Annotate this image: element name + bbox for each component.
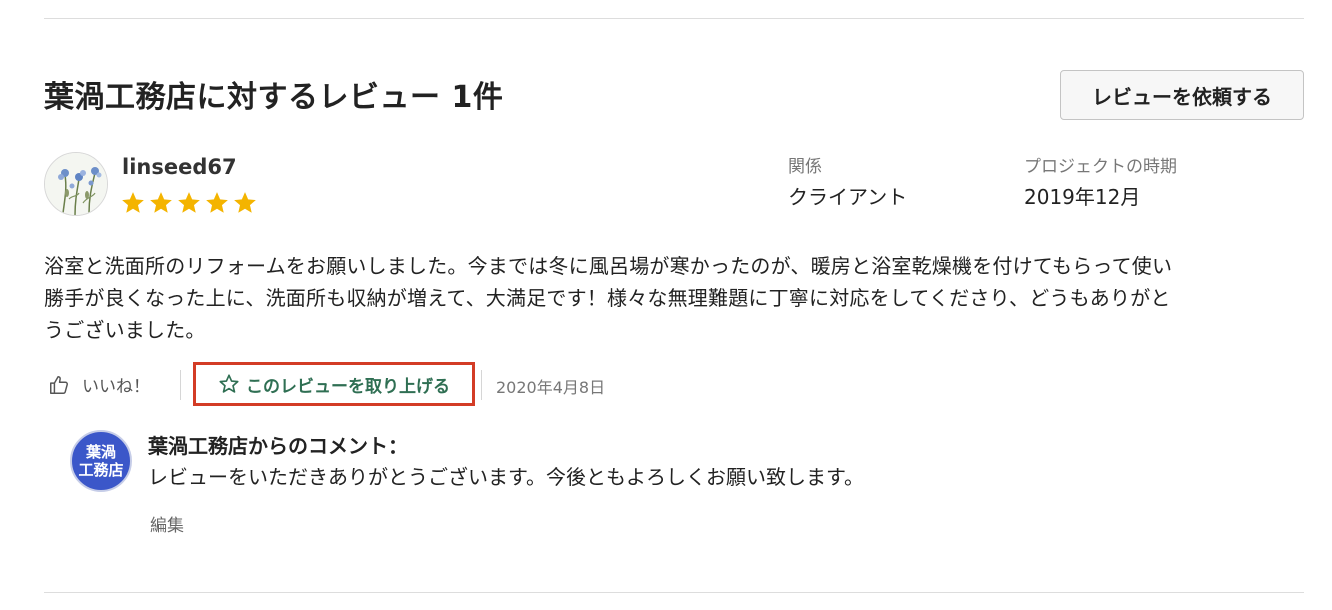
flower-avatar-image xyxy=(45,153,107,215)
relation-value: クライアント xyxy=(788,185,908,209)
star-icon xyxy=(178,192,200,213)
star-icon xyxy=(122,192,144,213)
review-actions: いいね！ このレビューを取り上げる 2020年4月8日 xyxy=(44,362,744,406)
rating-stars xyxy=(120,190,258,216)
star-icon xyxy=(206,192,228,213)
star-outline-icon xyxy=(219,374,239,393)
star-icon xyxy=(150,192,172,213)
review-text-line: うございました。 xyxy=(44,318,206,342)
project-period-value: 2019年12月 xyxy=(1024,185,1141,209)
review-text-line: 浴室と洗面所のリフォームをお願いしました。今までは冬に風呂場が寒かったのが、暖房… xyxy=(44,254,1173,278)
top-divider xyxy=(44,18,1304,19)
review-text: 浴室と洗面所のリフォームをお願いしました。今までは冬に風呂場が寒かったのが、暖房… xyxy=(44,250,1306,346)
reply-text: レビューをいただきありがとうございます。今後ともよろしくお願い致します。 xyxy=(148,465,864,489)
request-review-button[interactable]: レビューを依頼する xyxy=(1060,70,1304,120)
relation-label: 関係 xyxy=(788,157,822,177)
action-divider xyxy=(481,370,482,400)
like-label: いいね！ xyxy=(82,377,150,397)
reply-heading: 葉渦工務店からのコメント： xyxy=(148,434,408,458)
review-page: 葉渦工務店に対するレビュー 1件 レビューを依頼する linseed67 関係 … xyxy=(0,0,1332,610)
action-divider xyxy=(180,370,181,400)
star-icon xyxy=(234,192,256,213)
company-avatar-text: 葉渦 xyxy=(85,443,116,461)
feature-review-label: このレビューを取り上げる xyxy=(246,376,450,397)
feature-review-button[interactable]: このレビューを取り上げる xyxy=(193,362,475,406)
company-avatar-text: 工務店 xyxy=(78,461,124,479)
bottom-divider xyxy=(44,592,1304,593)
edit-reply-link[interactable]: 編集 xyxy=(150,511,184,536)
project-period-label: プロジェクトの時期 xyxy=(1024,157,1177,177)
company-avatar: 葉渦 工務店 xyxy=(70,430,132,492)
review-date: 2020年4月8日 xyxy=(496,378,606,397)
thumbs-up-icon xyxy=(50,375,68,394)
like-button[interactable]: いいね！ xyxy=(48,372,150,397)
reviewer-name[interactable]: linseed67 xyxy=(122,155,237,179)
page-title: 葉渦工務店に対するレビュー 1件 xyxy=(44,80,504,115)
review-text-line: 勝手が良くなった上に、洗面所も収納が増えて、大満足です！様々な無理難題に丁寧に対… xyxy=(44,286,1171,310)
user-avatar[interactable] xyxy=(44,152,108,216)
